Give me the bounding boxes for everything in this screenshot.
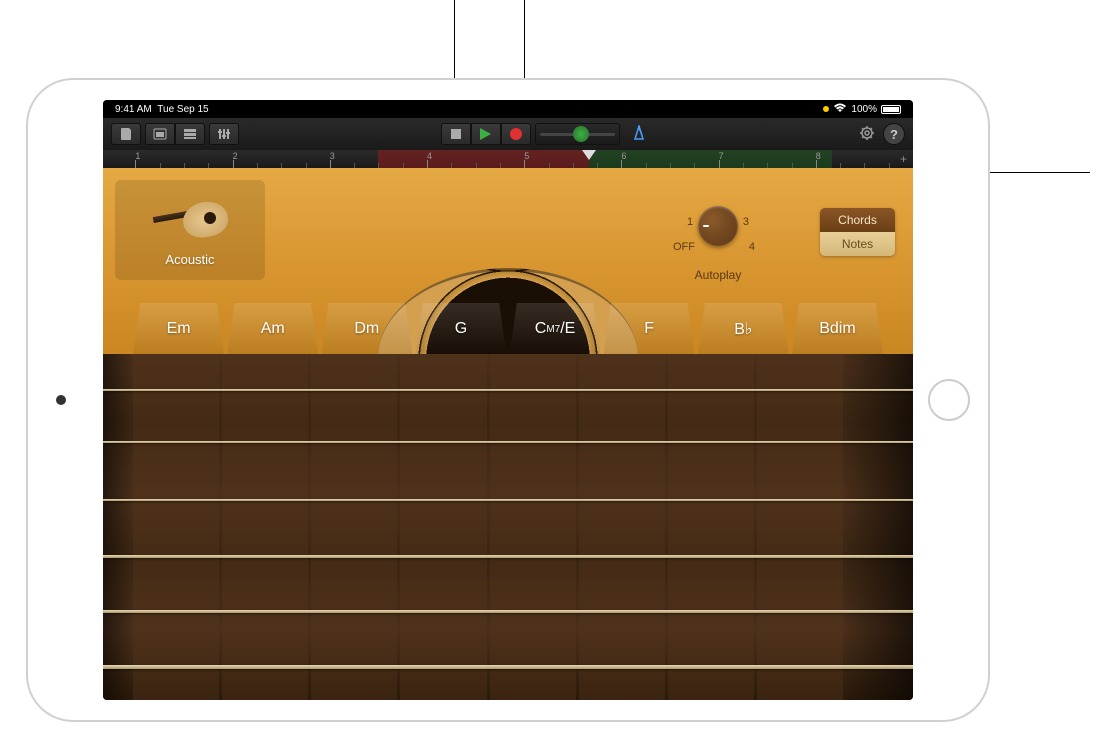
battery-percent: 100% <box>851 104 877 115</box>
string-2[interactable] <box>103 441 913 443</box>
fretboard-shadow-right <box>843 354 913 700</box>
ruler-tick <box>427 160 428 168</box>
fret-column[interactable] <box>579 354 665 700</box>
chord-strip: EmAmDmGCM7/EFB♭Bdim <box>103 303 913 355</box>
ruler-tick <box>135 160 136 168</box>
wifi-icon <box>833 103 847 116</box>
status-right: 100% <box>823 103 901 116</box>
fretboard-shadow-left <box>103 354 133 700</box>
tracks-button[interactable] <box>175 123 205 145</box>
fret-column[interactable] <box>490 354 576 700</box>
metronome-button[interactable] <box>624 123 654 145</box>
view-toggle <box>145 123 205 145</box>
string-3[interactable] <box>103 499 913 501</box>
chord-g[interactable]: G <box>415 303 506 355</box>
chords-mode-button[interactable]: Chords <box>820 208 895 232</box>
chord-dm[interactable]: Dm <box>321 303 412 355</box>
record-button[interactable] <box>501 123 531 145</box>
acoustic-guitar-icon <box>153 194 228 244</box>
fret-column[interactable] <box>133 354 219 700</box>
autoplay-control: OFF 1 2 3 4 Autoplay <box>673 198 763 282</box>
fretboard[interactable] <box>103 354 913 700</box>
autoplay-knob[interactable] <box>698 206 738 246</box>
string-5[interactable] <box>103 610 913 613</box>
chord-bdim[interactable]: Bdim <box>792 303 883 355</box>
touch-instrument: Acoustic OFF 1 2 3 4 Autoplay Chords <box>103 168 913 700</box>
ruler-tick <box>621 160 622 168</box>
help-icon: ? <box>890 127 898 142</box>
metronome-icon <box>631 125 647 144</box>
string-1[interactable] <box>103 389 913 391</box>
ruler-tick <box>233 160 234 168</box>
fret-column[interactable] <box>311 354 397 700</box>
add-section-button[interactable]: + <box>900 152 907 166</box>
home-button[interactable] <box>928 379 970 421</box>
my-songs-button[interactable] <box>111 123 141 145</box>
settings-button[interactable] <box>855 123 879 145</box>
autoplay-knob-labels: OFF 1 2 3 4 <box>673 206 763 266</box>
fret-columns <box>133 354 843 700</box>
chord-em[interactable]: Em <box>133 303 224 355</box>
browser-button[interactable] <box>145 123 175 145</box>
ruler-tick <box>524 160 525 168</box>
gear-icon <box>859 125 875 144</box>
fret-column[interactable] <box>757 354 843 700</box>
ruler-tick <box>719 160 720 168</box>
fret-column[interactable] <box>400 354 486 700</box>
notes-mode-button[interactable]: Notes <box>820 232 895 256</box>
location-dot-icon <box>823 106 829 112</box>
play-icon <box>480 128 491 140</box>
fret-column[interactable] <box>222 354 308 700</box>
control-bar: ? <box>103 118 913 150</box>
battery-icon <box>881 105 901 114</box>
string-6[interactable] <box>103 665 913 669</box>
ruler-tick <box>330 160 331 168</box>
string-4[interactable] <box>103 555 913 558</box>
screen: 9:41 AM Tue Sep 15 100% <box>103 100 913 700</box>
sound-preset-button[interactable]: Acoustic <box>115 180 265 280</box>
chord-am[interactable]: Am <box>227 303 318 355</box>
slider-thumb[interactable] <box>573 126 589 142</box>
mixer-button[interactable] <box>209 123 239 145</box>
status-time: 9:41 AM Tue Sep 15 <box>115 104 209 115</box>
stop-button[interactable] <box>441 123 471 145</box>
fret-column[interactable] <box>668 354 754 700</box>
record-icon <box>510 128 522 140</box>
preset-label: Acoustic <box>165 252 214 267</box>
chord-cm7e[interactable]: CM7/E <box>510 303 601 355</box>
front-camera <box>56 395 66 405</box>
stop-icon <box>451 129 461 139</box>
playhead-icon <box>582 150 596 160</box>
status-bar: 9:41 AM Tue Sep 15 100% <box>103 100 913 118</box>
master-volume-slider[interactable] <box>535 123 620 145</box>
guitar-body-panel: Acoustic OFF 1 2 3 4 Autoplay Chords <box>103 168 913 368</box>
transport-controls <box>441 123 531 145</box>
ruler-region-recorded <box>378 150 589 168</box>
ipad-device-frame: 9:41 AM Tue Sep 15 100% <box>28 80 988 720</box>
playhead[interactable] <box>582 150 596 160</box>
ruler-tick <box>816 160 817 168</box>
help-button[interactable]: ? <box>883 123 905 145</box>
chord-f[interactable]: F <box>604 303 695 355</box>
chord-b[interactable]: B♭ <box>698 303 789 355</box>
autoplay-label: Autoplay <box>673 268 763 282</box>
chords-notes-toggle: Chords Notes <box>820 208 895 256</box>
play-button[interactable] <box>471 123 501 145</box>
ruler[interactable]: 12345678 + <box>103 150 913 168</box>
